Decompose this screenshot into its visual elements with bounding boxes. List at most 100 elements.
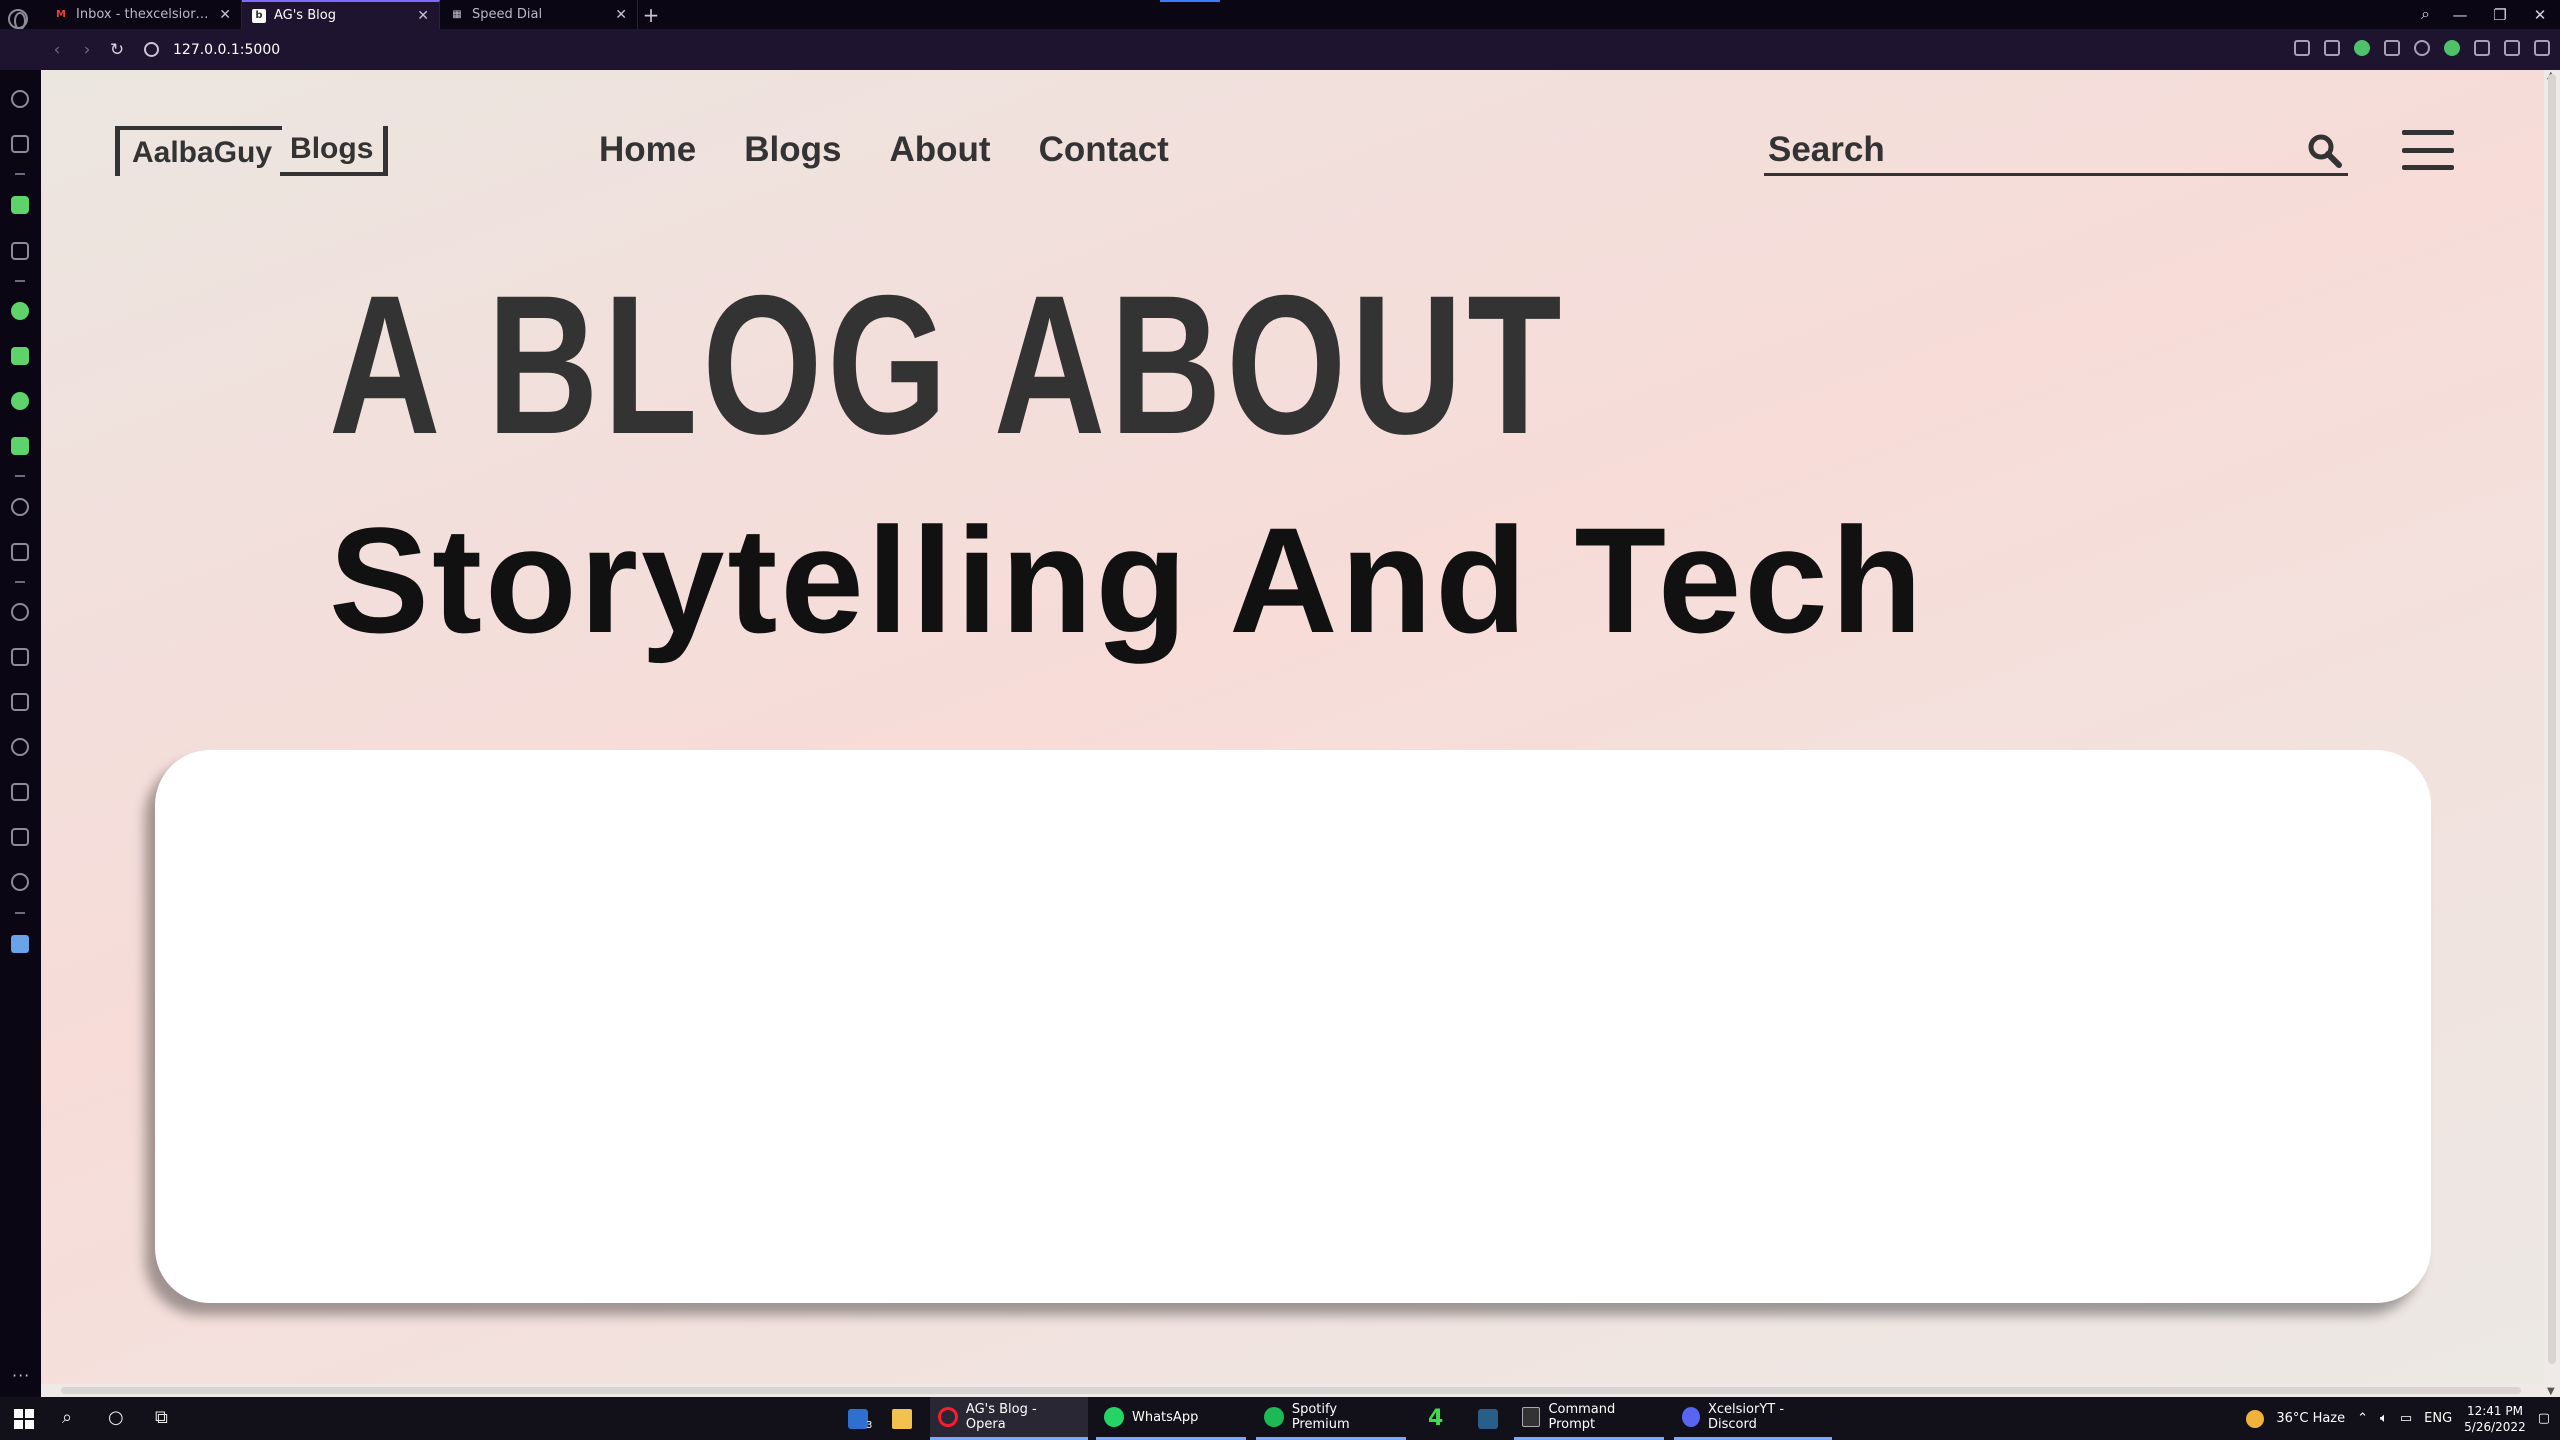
taskbar-app-opera[interactable]: AG's Blog - Opera [930,1397,1088,1440]
terminal-icon [1478,1408,1498,1429]
pinned-app-icon[interactable] [11,935,29,953]
restore-button[interactable]: ❐ [2480,6,2520,24]
hero-subheading: Storytelling And Tech [329,496,1926,664]
taskbar-app-discord[interactable]: XcelsiorYT - Discord [1674,1397,1832,1440]
tabs-icon[interactable] [11,693,29,711]
pinboard-icon[interactable] [11,648,29,666]
tray-chevron-icon[interactable]: ⌃ [2357,1411,2368,1426]
gaming-icon[interactable] [11,242,29,260]
gmail-icon: M [56,9,66,20]
weather-text[interactable]: 36°C Haze [2276,1411,2345,1426]
tab-title: AG's Blog [274,8,336,23]
downloads-icon[interactable] [11,783,29,801]
share-icon[interactable] [2294,40,2310,56]
url-field[interactable]: 127.0.0.1:5000 [144,42,280,58]
blog-icon: b [252,8,266,23]
close-tab-icon[interactable]: ✕ [417,8,429,24]
opera-menu-icon[interactable] [8,9,28,30]
language-indicator[interactable]: ENG [2424,1411,2452,1426]
bag-icon[interactable] [11,135,29,153]
tab-speed-dial[interactable]: ▦ Speed Dial ✕ [440,0,638,29]
task-view-icon[interactable]: ⧉ [155,1407,168,1428]
extensions-cube-icon[interactable] [2504,40,2520,56]
forward-button[interactable]: › [72,40,102,60]
screen: M Inbox - thexcelsiorisback@ ✕ b AG's Bl… [0,0,2560,1440]
whatsapp-sidebar-icon[interactable] [11,302,29,320]
green-number-app[interactable]: 4 [1420,1397,1451,1440]
back-button[interactable]: ‹ [42,40,72,60]
instagram-sidebar-icon[interactable] [11,347,29,365]
window-controls: — ❐ ✕ [2440,0,2560,29]
network-icon[interactable]: ▭ [2400,1411,2412,1426]
twitter-sidebar-icon[interactable] [11,392,29,410]
history-icon[interactable] [11,738,29,756]
explorer-taskbar-app[interactable] [884,1397,920,1440]
taskbar-app-label: Command Prompt [1548,1402,1616,1432]
snapshot-icon[interactable] [2324,40,2340,56]
search-taskbar-icon[interactable]: ⌕ [62,1407,72,1428]
notifications-icon[interactable]: ▢ [2538,1411,2550,1426]
tab-title: Speed Dial [472,7,543,22]
my-flow-heart-icon[interactable] [2414,40,2430,56]
easy-setup-icon[interactable] [2534,40,2550,56]
close-tab-icon[interactable]: ✕ [219,7,231,23]
site-logo[interactable]: AalbaGuy Blogs [115,125,389,177]
nav-contact[interactable]: Contact [1039,130,1169,170]
vpn-shield-icon[interactable] [2354,40,2370,56]
taskbar-app-whatsapp[interactable]: WhatsApp [1096,1397,1246,1440]
mail-taskbar-app[interactable]: 3 [840,1397,880,1440]
nav-about[interactable]: About [889,130,990,170]
speed-dial-sidebar-icon[interactable] [11,90,29,108]
page-viewport: AalbaGuy Blogs Home Blogs About Contact … [41,70,2544,1384]
taskbar-app-terminal[interactable] [1470,1397,1506,1440]
taskbar-app-cmd[interactable]: Command Prompt [1514,1397,1664,1440]
workspace-icon[interactable] [11,196,29,214]
search-input[interactable] [1764,128,2284,172]
horizontal-scrollbar[interactable] [41,1384,2544,1397]
sidebar-separator [15,912,25,914]
hamburger-menu-icon[interactable] [2402,130,2454,170]
taskbar-app-spotify[interactable]: Spotify Premium [1256,1397,1406,1440]
site-info-icon[interactable] [144,42,159,57]
sidebar-separator [15,280,25,282]
sidebar-more-icon[interactable]: ··· [12,1366,30,1385]
discord-sidebar-icon[interactable] [11,437,29,455]
reload-button[interactable]: ↻ [102,40,132,60]
close-window-button[interactable]: ✕ [2520,6,2560,24]
nav-home[interactable]: Home [599,130,696,170]
scroll-down-icon[interactable]: ▼ [2547,1386,2555,1397]
scroll-thumb[interactable] [61,1387,2521,1394]
vertical-scrollbar[interactable]: ▲ ▼ [2544,70,2560,1397]
sidebar-separator [15,581,25,583]
system-tray: 36°C Haze ⌃ 🔈︎ ▭ ENG 12:41 PM 5/26/2022 … [2246,1397,2550,1440]
mail-badge: 3 [866,1420,873,1431]
close-tab-icon[interactable]: ✕ [615,7,627,23]
clock[interactable]: 12:41 PM 5/26/2022 [2464,1403,2526,1435]
volume-icon[interactable]: 🔈︎ [2380,1411,2388,1426]
tab-ags-blog[interactable]: b AG's Blog ✕ [242,0,440,29]
weather-sun-icon[interactable] [2246,1409,2265,1428]
tab-search-icon[interactable]: ⌕ [2421,4,2430,24]
cortana-icon[interactable]: ○ [108,1407,124,1428]
settings-gear-icon[interactable] [11,873,29,891]
sidebar-separator [15,173,25,175]
opera-icon [938,1407,958,1427]
nav-blogs[interactable]: Blogs [744,130,841,170]
favorites-heart-icon[interactable] [11,603,29,621]
send-icon[interactable] [11,543,29,561]
tab-list: M Inbox - thexcelsiorisback@ ✕ b AG's Bl… [44,0,664,29]
player-icon[interactable] [11,498,29,516]
scroll-thumb[interactable] [2548,74,2556,1364]
url-text: 127.0.0.1:5000 [173,41,281,58]
extensions-icon[interactable] [11,828,29,846]
extension-icon[interactable] [2444,40,2460,56]
flow-icon[interactable] [2384,40,2400,56]
tab-inbox[interactable]: M Inbox - thexcelsiorisback@ ✕ [44,0,242,29]
browser-sidebar: ··· [0,70,41,1397]
wallet-icon[interactable] [2474,40,2490,56]
search-icon[interactable] [2306,132,2342,168]
whatsapp-icon [1104,1407,1124,1427]
windows-start-icon[interactable] [14,1409,34,1429]
new-tab-button[interactable]: + [638,0,664,29]
minimize-button[interactable]: — [2440,6,2480,24]
